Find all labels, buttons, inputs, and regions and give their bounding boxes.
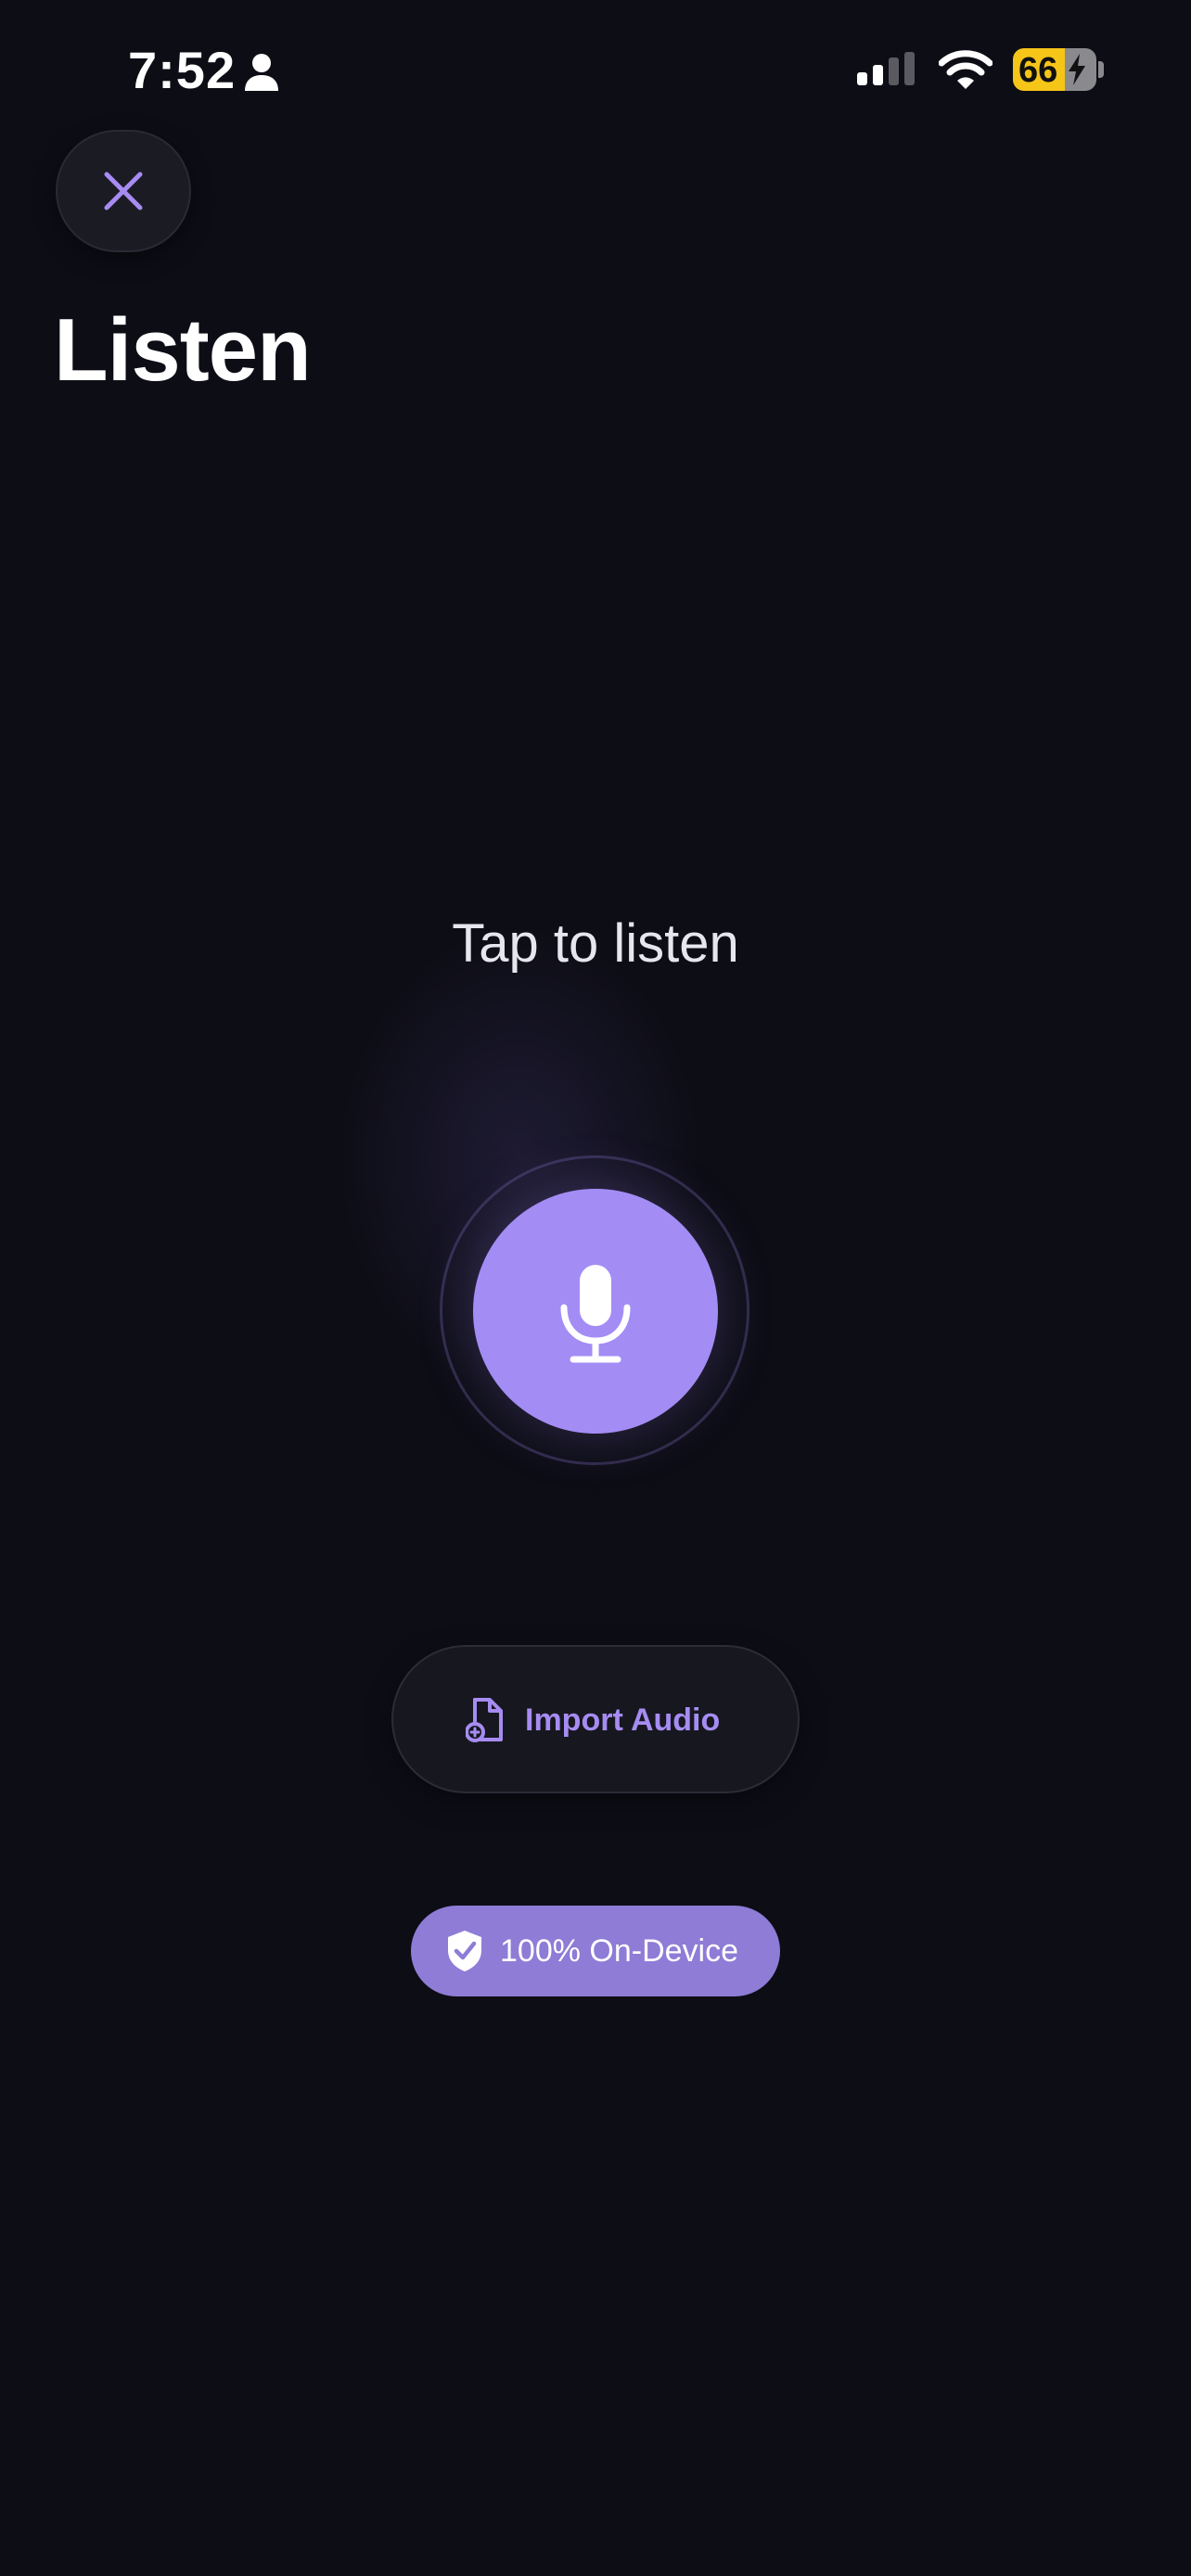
status-time: 7:52 <box>128 41 237 99</box>
listen-mic-button[interactable] <box>473 1189 718 1434</box>
person-icon <box>245 54 278 91</box>
close-icon <box>104 172 143 210</box>
shield-check-icon <box>448 1931 481 1971</box>
cellular-signal-icon <box>857 52 915 85</box>
wifi-icon <box>939 50 992 89</box>
import-audio-label: Import Audio <box>525 1702 721 1738</box>
file-import-icon <box>466 1698 503 1742</box>
battery-indicator: 66 <box>1013 48 1096 91</box>
import-audio-button[interactable]: Import Audio <box>391 1645 800 1793</box>
listen-screen: 7:52 66 Listen Tap to listen Import Audi… <box>0 0 1191 2576</box>
on-device-badge: 100% On-Device <box>411 1906 780 1996</box>
battery-level: 66 <box>1018 51 1058 90</box>
battery-tip <box>1098 61 1104 78</box>
close-button[interactable] <box>56 130 191 252</box>
page-title: Listen <box>54 300 312 400</box>
charging-bolt-icon <box>1069 54 1085 85</box>
tap-to-listen-prompt: Tap to listen <box>452 913 739 974</box>
on-device-label: 100% On-Device <box>500 1933 739 1969</box>
microphone-icon <box>560 1265 631 1363</box>
